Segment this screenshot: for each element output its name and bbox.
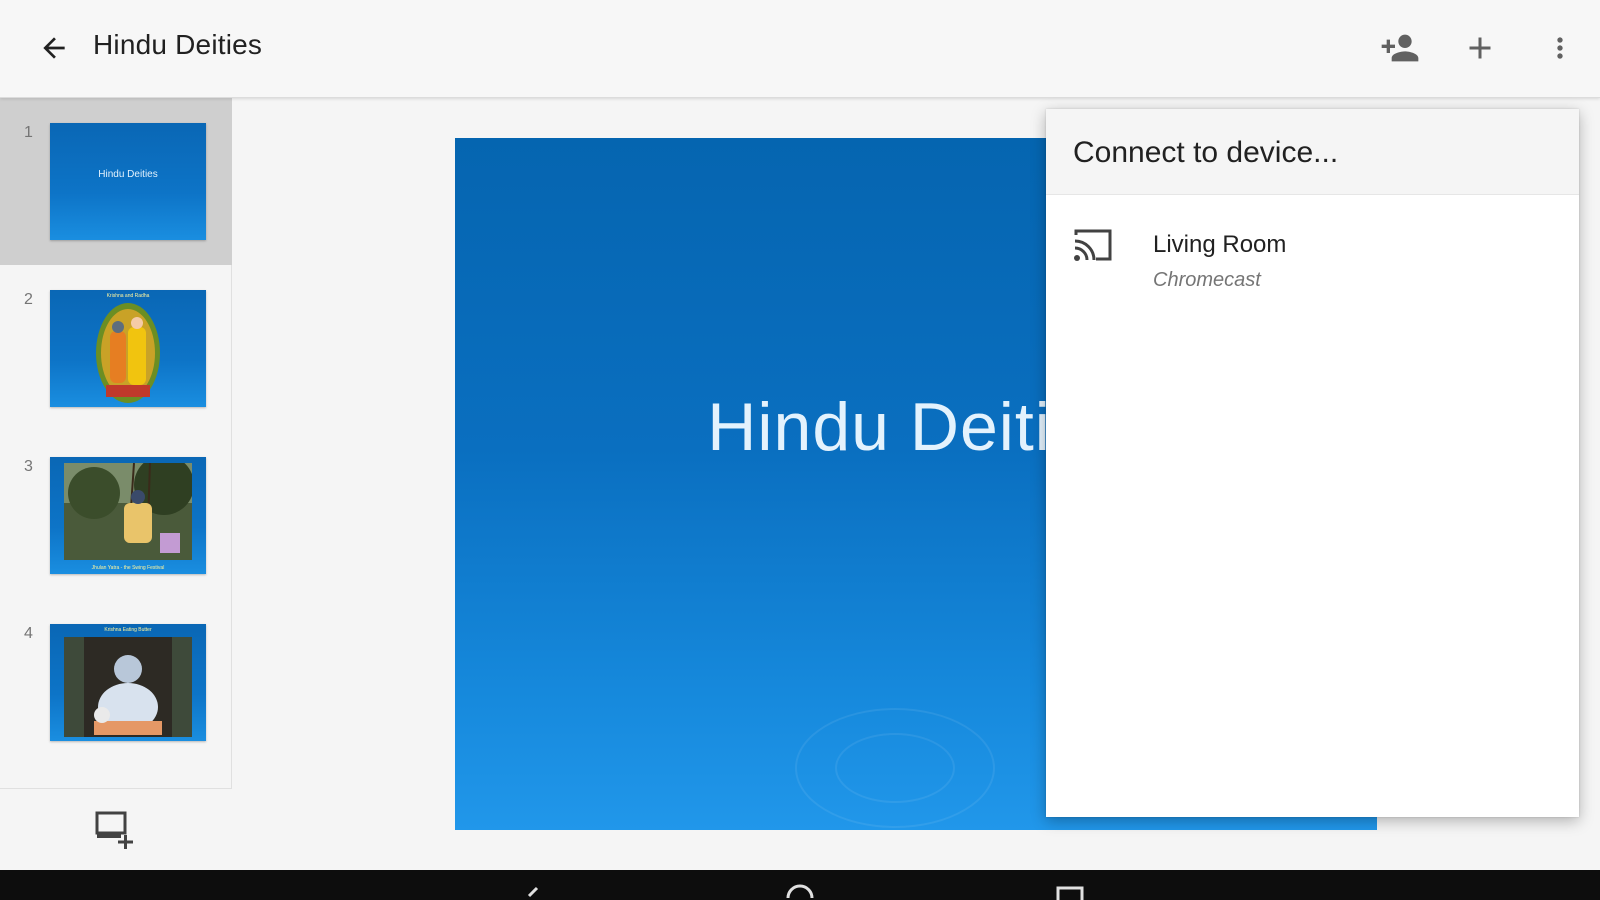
slide-thumbnail-1[interactable]: 1 Hindu Deities <box>0 98 232 265</box>
slide-preview: Jhulan Yatra - the Swing Festival <box>50 457 206 574</box>
add-slide-icon <box>95 811 133 849</box>
slide-preview: Hindu Deities <box>50 123 206 240</box>
device-item-living-room[interactable]: Living Room Chromecast <box>1046 217 1579 301</box>
document-title: Hindu Deities <box>93 29 263 60</box>
krishna-butter-image <box>64 637 192 737</box>
back-button[interactable] <box>32 26 76 70</box>
add-slide-button[interactable] <box>88 805 144 855</box>
add-button[interactable] <box>1456 24 1504 72</box>
thumbnail-caption: Krishna and Radha <box>106 293 150 299</box>
swing-festival-image <box>64 463 192 560</box>
slide-thumbnail-2[interactable]: 2 Krishna and Radha <box>0 265 232 432</box>
device-type: Chromecast <box>1153 269 1261 291</box>
slide-number: 1 <box>24 124 33 141</box>
slide-number: 3 <box>24 458 33 475</box>
more-options-button[interactable] <box>1536 24 1584 72</box>
slide-ripple-decoration <box>835 733 955 803</box>
top-app-bar: Hindu Deities <box>0 0 1600 98</box>
slide-preview: Krishna and Radha <box>50 290 206 407</box>
slide-number: 2 <box>24 291 33 308</box>
thumbnail-caption: Jhulan Yatra - the Swing Festival <box>91 565 165 571</box>
nav-home-icon[interactable] <box>780 880 820 900</box>
slide-preview: Krishna Eating Butter <box>50 624 206 741</box>
plus-icon <box>1469 37 1491 59</box>
arrow-left-icon <box>43 37 65 59</box>
nav-recents-icon[interactable] <box>1050 880 1090 900</box>
slide-thumbnail-3[interactable]: 3 Jhulan Yatra - the Swing Festival <box>0 432 232 599</box>
nav-back-icon[interactable] <box>515 880 555 900</box>
device-name: Living Room <box>1153 231 1287 258</box>
thumbnail-caption: Krishna Eating Butter <box>104 627 152 633</box>
dialog-header: Connect to device... <box>1046 109 1579 195</box>
sidebar-footer <box>0 788 232 870</box>
cast-icon <box>1074 229 1112 261</box>
dialog-title: Connect to device... <box>1073 136 1339 169</box>
share-button[interactable] <box>1376 24 1424 72</box>
slide-thumbnail-4[interactable]: 4 Krishna Eating Butter <box>0 599 232 766</box>
more-vert-icon <box>1557 37 1563 59</box>
slide-sidebar: 1 Hindu Deities 2 Krishna and Radha 3 Jh… <box>0 98 232 870</box>
slide-number: 4 <box>24 625 33 642</box>
slide-editor: Hindu Deities Connect to device... Livin… <box>233 98 1600 870</box>
system-navigation-bar <box>0 870 1600 900</box>
thumbnail-title: Hindu Deities <box>98 169 158 180</box>
krishna-radha-image <box>96 303 160 403</box>
person-add-icon <box>1381 34 1419 62</box>
connect-to-device-dialog: Connect to device... Living Room Chromec… <box>1046 109 1579 817</box>
